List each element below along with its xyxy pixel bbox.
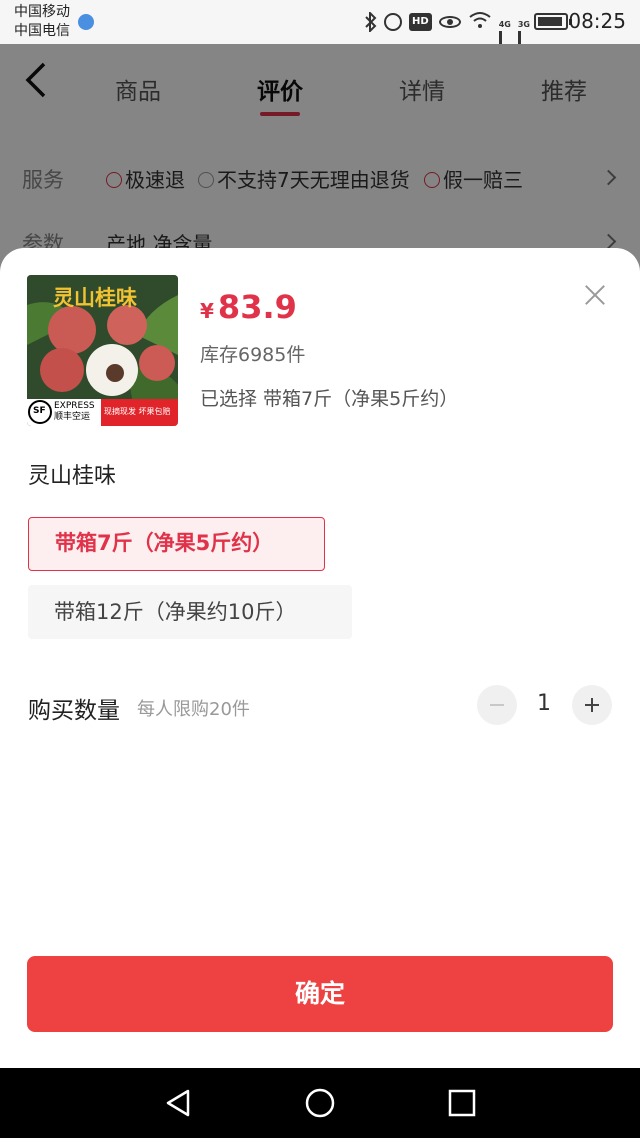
decrease-quantity-button[interactable]: [477, 685, 517, 725]
selected-value: 带箱7斤（净果5斤约）: [263, 388, 459, 410]
image-express: EXPRESS: [54, 401, 95, 411]
alarm-icon: [384, 13, 403, 31]
option-7jin[interactable]: 带箱7斤（净果5斤约）: [28, 517, 325, 571]
clock: 08:25: [568, 9, 626, 33]
price: ¥83.9: [200, 288, 297, 326]
quantity-limit: 每人限购20件: [137, 699, 250, 720]
quantity-value[interactable]: 1: [524, 691, 564, 716]
image-express-cn: 顺丰空运: [54, 412, 91, 422]
image-tag: 现摘现发 坏果包赔: [104, 407, 171, 416]
system-nav-bar: [0, 1068, 640, 1138]
carrier-1: 中国移动: [14, 4, 70, 20]
status-bar: 中国移动 中国电信 HD 4G 3G 08:25: [0, 0, 640, 80]
option-12jin[interactable]: 带箱12斤（净果约10斤）: [28, 585, 352, 639]
product-thumbnail: 灵山桂味 SF EXPRESS 顺丰空运 现摘现发 坏果包赔: [27, 275, 178, 426]
currency-symbol: ¥: [200, 299, 214, 323]
nav-back-icon[interactable]: [163, 1088, 193, 1118]
quantity-label: 购买数量: [28, 698, 120, 724]
signal-3g-icon: 3G: [517, 12, 530, 80]
hd-badge: HD: [409, 13, 432, 31]
confirm-button[interactable]: 确定: [27, 956, 613, 1032]
eye-comfort-icon: [438, 16, 461, 28]
status-icons: HD 4G 3G: [365, 10, 530, 80]
nav-recents-icon[interactable]: [447, 1088, 477, 1118]
image-title: 灵山桂味: [53, 285, 137, 310]
sf-logo-icon: SF: [33, 406, 46, 416]
selected-label: 已选择: [200, 388, 258, 410]
data-saver-icon: [78, 14, 94, 30]
option-group-title: 灵山桂味: [28, 464, 117, 489]
stock-count: 库存6985件: [200, 344, 306, 366]
battery-icon: [534, 13, 572, 30]
carrier-2: 中国电信: [14, 23, 70, 39]
close-icon[interactable]: [584, 284, 606, 306]
selected-sku: 已选择 带箱7斤（净果5斤约）: [200, 384, 458, 411]
bluetooth-icon: [365, 10, 377, 34]
sku-sheet: 灵山桂味 SF EXPRESS 顺丰空运 现摘现发 坏果包赔 ¥83.9 库存6…: [0, 248, 640, 1068]
nav-home-icon[interactable]: [305, 1088, 335, 1118]
price-value: 83.9: [217, 288, 297, 326]
signal-4g-icon: 4G: [498, 12, 511, 80]
wifi-icon: [468, 11, 492, 33]
increase-quantity-button[interactable]: [572, 685, 612, 725]
